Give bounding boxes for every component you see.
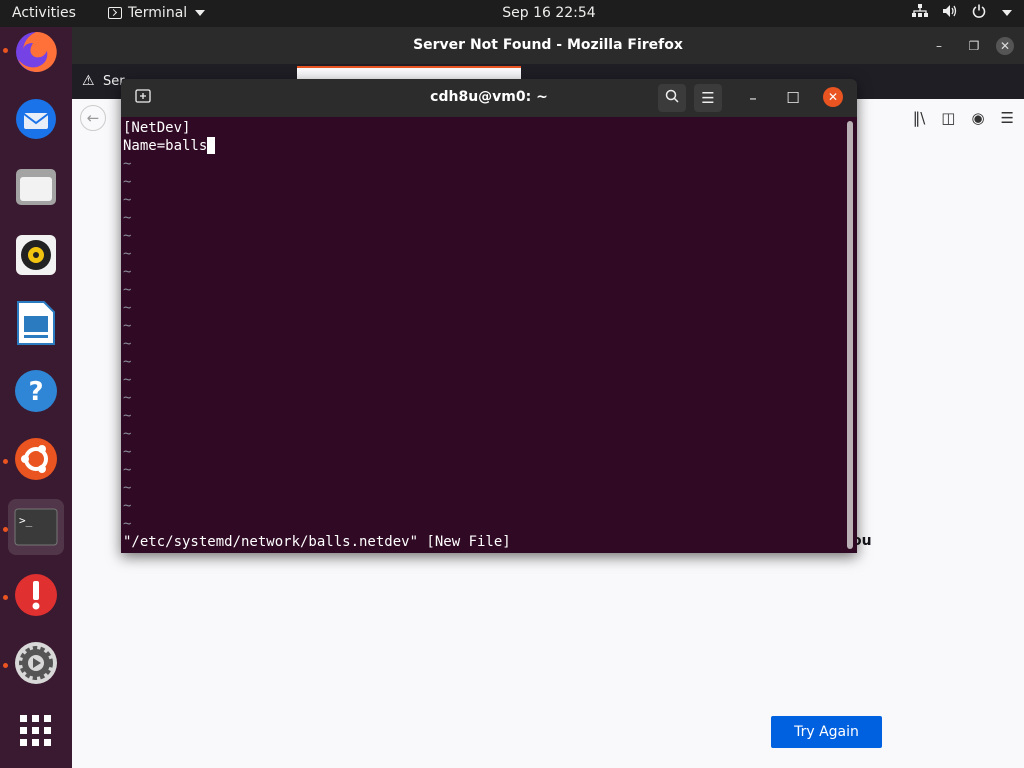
firefox-icon [16,31,57,72]
vim-tilde-line: ~ [123,192,132,208]
close-icon[interactable]: ✕ [823,87,843,107]
system-status-area[interactable] [912,4,1012,22]
top-bar: Activities Terminal Sep 16 22:54 [0,0,1024,27]
clock[interactable]: Sep 16 22:54 [0,5,1024,21]
vim-tilde-line: ~ [123,228,132,244]
svg-text:>_: >_ [19,514,33,527]
text-cursor [207,137,216,154]
terminal-headerbar: cdh8u@vm0: ~ ☰ – ☐ ✕ [121,79,857,117]
vim-tilde-line: ~ [123,336,132,352]
dock-writer[interactable] [8,295,64,351]
toolbar-icons: ‖\ ◫ ◉ ☰ [913,109,1014,127]
vim-tilde-line: ~ [123,300,132,316]
writer-icon [17,301,55,345]
window-title: Server Not Found - Mozilla Firefox [413,37,683,53]
library-icon[interactable]: ‖\ [913,109,926,127]
folder-icon [16,169,56,205]
dock-files[interactable] [8,159,64,215]
minimize-icon[interactable]: – [930,37,948,55]
scrollbar[interactable] [847,121,853,549]
chevron-down-icon [1002,10,1012,16]
vim-status-line: "/etc/systemd/network/balls.netdev" [New… [123,534,511,550]
ubuntu-icon [15,438,57,480]
dock-rhythmbox[interactable] [8,227,64,283]
terminal-line: [NetDev] [123,120,191,136]
terminal-window: cdh8u@vm0: ~ ☰ – ☐ ✕ [NetDev] Name=balls… [121,79,857,553]
vim-tilde-line: ~ [123,372,132,388]
sidebar-icon[interactable]: ◫ [941,109,955,127]
vim-tilde-line: ~ [123,390,132,406]
power-icon [972,4,986,22]
menu-icon[interactable]: ☰ [1001,109,1014,127]
dock-settings[interactable] [8,635,64,691]
maximize-icon[interactable]: ☐ [779,84,807,112]
help-icon: ? [15,370,57,412]
svg-text:?: ? [28,377,43,407]
hamburger-menu-icon[interactable]: ☰ [694,84,722,112]
account-icon[interactable]: ◉ [971,109,984,127]
dock-help[interactable]: ? [8,363,64,419]
vim-tilde-line: ~ [123,318,132,334]
vim-tilde-line: ~ [123,462,132,478]
vim-tilde-line: ~ [123,210,132,226]
vim-tilde-line: ~ [123,480,132,496]
vim-tilde-line: ~ [123,408,132,424]
dock-thunderbird[interactable] [8,91,64,147]
terminal-text-area[interactable]: [NetDev] Name=balls ~ ~ ~ ~ ~ ~ ~ ~ ~ ~ ~ ~ ~ ~ ~ ~ ~ ~ ~ ~… [121,117,846,553]
vim-tilde-line: ~ [123,498,132,514]
vim-tilde-line: ~ [123,354,132,370]
app-grid-icon [20,715,51,746]
warning-icon: ⚠ [82,73,95,89]
network-icon [912,4,928,22]
dock-terminal[interactable]: >_ [8,499,64,555]
maximize-icon[interactable]: ❐ [965,37,983,55]
dock-firefox[interactable] [8,24,64,80]
vim-tilde-line: ~ [123,444,132,460]
vim-tilde-line: ~ [123,282,132,298]
terminal-icon: >_ [14,508,58,546]
gear-icon [15,642,57,684]
minimize-icon[interactable]: – [739,84,767,112]
search-icon[interactable] [658,84,686,112]
thunderbird-icon [16,99,56,139]
speaker-icon [16,235,56,275]
try-again-button[interactable]: Try Again [771,716,882,748]
volume-icon [942,4,958,22]
dock-software-updater[interactable] [8,567,64,623]
vim-tilde-line: ~ [123,246,132,262]
dock: ? >_ [0,27,72,768]
vim-tilde-line: ~ [123,156,132,172]
vim-tilde-line: ~ [123,516,132,532]
vim-tilde-line: ~ [123,264,132,280]
dock-show-applications[interactable] [8,703,64,759]
vim-tilde-line: ~ [123,426,132,442]
dock-ubuntu-software[interactable] [8,431,64,487]
close-icon[interactable]: ✕ [996,37,1014,55]
terminal-line: Name=balls [123,137,216,155]
back-icon[interactable]: ← [80,105,106,131]
vim-tilde-line: ~ [123,174,132,190]
firefox-titlebar: Server Not Found - Mozilla Firefox – ❐ ✕ [72,27,1024,64]
alert-icon [15,574,57,616]
